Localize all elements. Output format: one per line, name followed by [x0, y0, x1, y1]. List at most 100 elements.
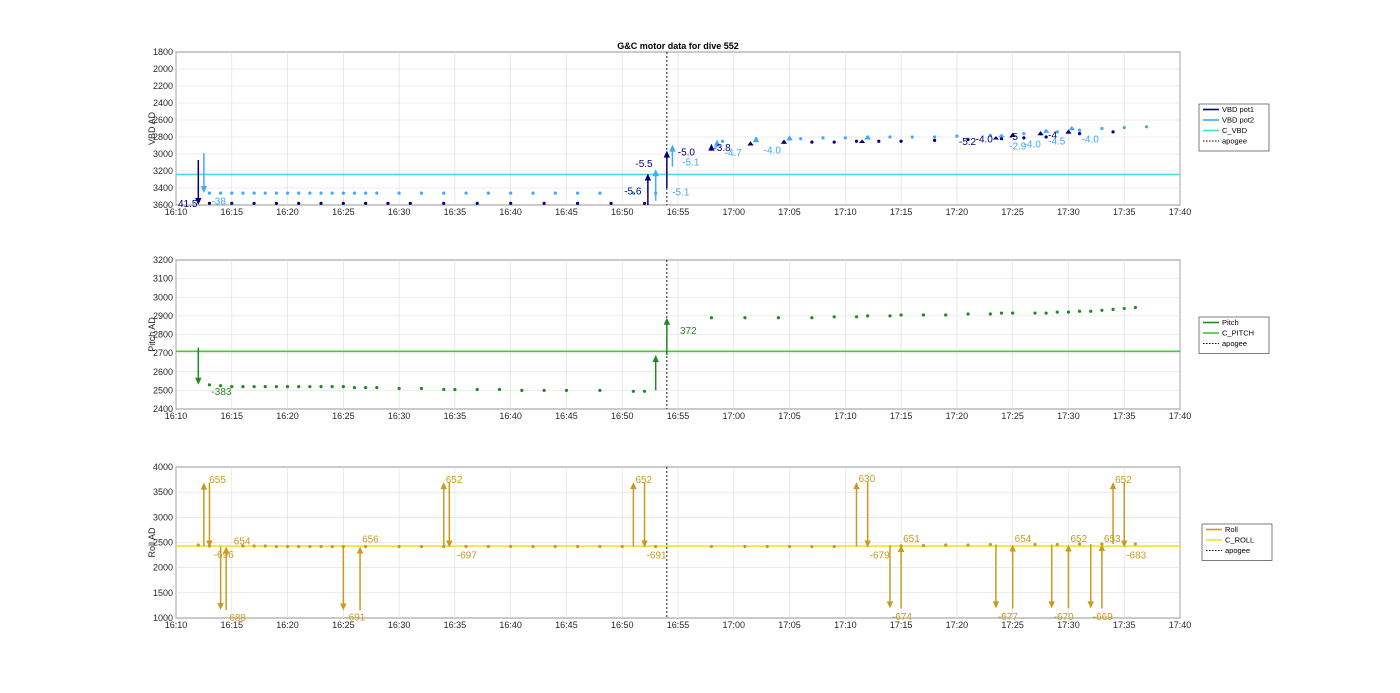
- y-tick-label: 2500: [153, 385, 173, 395]
- data-point: [921, 313, 926, 317]
- data-point: [497, 387, 502, 392]
- data-point: [274, 191, 278, 195]
- x-tick-label: 16:50: [611, 411, 634, 421]
- data-point: [285, 544, 290, 549]
- legend-entry: Pitch: [1222, 318, 1239, 327]
- data-point: [219, 191, 223, 195]
- data-point: [207, 191, 212, 195]
- data-point: [308, 191, 312, 195]
- motor-data-figure: 16:10 16:15 16:20 16:25 16:30 16:35 16:40 16:45…: [147, 41, 1273, 630]
- data-point: [364, 191, 368, 195]
- data-point: [319, 191, 323, 195]
- data-point: [1033, 542, 1037, 547]
- data-point: [241, 191, 245, 195]
- annotation-label: -4.0: [1024, 140, 1042, 151]
- x-tick-label: 17:00: [723, 620, 746, 630]
- x-tick-label: 16:35: [444, 411, 467, 421]
- data-point: [999, 311, 1004, 315]
- vbd-panel: 16:10 16:15 16:20 16:25 16:30 16:35 16:40 16:45…: [147, 41, 1270, 217]
- data-point: [1144, 125, 1149, 129]
- y-tick-label: 1500: [153, 588, 173, 598]
- data-point: [419, 544, 424, 549]
- x-tick-label: 17:20: [946, 207, 969, 217]
- data-point: [520, 388, 524, 392]
- annotation-label: 653: [1104, 534, 1121, 545]
- data-point: [999, 137, 1004, 141]
- y-tick-label: 1800: [153, 47, 173, 57]
- data-point: [207, 383, 212, 387]
- data-point: [1111, 307, 1115, 311]
- data-point: [1100, 126, 1104, 131]
- x-tick-label: 17:40: [1169, 207, 1192, 217]
- data-point: [810, 140, 814, 144]
- data-point: [464, 191, 468, 195]
- data-point: [921, 543, 926, 548]
- annotation-label: -5.1: [672, 187, 690, 198]
- data-point: [576, 544, 580, 549]
- data-point: [966, 312, 970, 316]
- data-point: [709, 316, 714, 320]
- data-point: [743, 316, 747, 320]
- annotation-label: -691: [647, 551, 667, 562]
- data-point: [274, 385, 278, 389]
- x-tick-label: 16:55: [667, 207, 690, 217]
- data-point: [899, 313, 903, 317]
- x-tick-label: 17:10: [834, 207, 857, 217]
- x-tick-label: 16:55: [667, 620, 690, 630]
- annotation-label: -5.1: [682, 158, 700, 169]
- y-tick-label: 3100: [153, 274, 173, 284]
- data-point: [419, 191, 424, 195]
- data-point: [252, 191, 256, 195]
- x-tick-label: 16:40: [499, 411, 522, 421]
- x-tick-label: 16:50: [611, 207, 634, 217]
- legend: Pitch C_PITCHapogee: [1198, 316, 1270, 354]
- data-point: [988, 312, 992, 316]
- annotation-label: -677: [998, 612, 1018, 623]
- y-tick-label: 3400: [153, 183, 173, 193]
- annotation-label: -691: [345, 612, 365, 623]
- y-tick-label: 2200: [153, 81, 173, 91]
- annotation-label: -5.6: [624, 186, 642, 197]
- data-point: [263, 385, 267, 389]
- data-point: [486, 544, 490, 549]
- annotation-label: 651: [903, 534, 920, 545]
- data-point: [654, 544, 658, 549]
- annotation-label: -5.2: [959, 137, 977, 148]
- data-point: [341, 191, 345, 195]
- data-point: [1089, 309, 1093, 313]
- annotation-label: -383: [211, 387, 231, 398]
- data-point: [285, 385, 290, 389]
- annotation-label: -697: [457, 551, 477, 562]
- data-point: [252, 201, 256, 205]
- data-point: [553, 544, 557, 549]
- data-point: [765, 544, 769, 549]
- data-point: [230, 201, 234, 205]
- x-tick-label: 17:20: [946, 411, 969, 421]
- legend: Roll C_ROLLapogee: [1201, 523, 1273, 561]
- data-point: [843, 136, 847, 140]
- legend-entry: apogee: [1222, 137, 1247, 146]
- annotation-label: 652: [1115, 475, 1132, 486]
- annotation-label: 652: [635, 475, 652, 486]
- annotation-label: -696: [214, 550, 234, 561]
- annotation-label: -4.0: [976, 135, 994, 146]
- data-point: [509, 191, 513, 195]
- x-tick-label: 17:35: [1113, 620, 1136, 630]
- x-tick-label: 16:55: [667, 411, 690, 421]
- data-point: [375, 191, 379, 195]
- data-point: [252, 544, 256, 548]
- data-point: [598, 544, 602, 549]
- y-tick-label: 3000: [153, 292, 173, 302]
- legend-entry: apogee: [1222, 339, 1247, 348]
- data-point: [531, 191, 535, 195]
- data-point: [553, 191, 557, 195]
- data-point: [542, 201, 546, 205]
- annotation-label: -674: [892, 612, 912, 623]
- data-point: [944, 313, 948, 317]
- legend-entry: apogee: [1225, 546, 1250, 555]
- annotation-label: -4.7: [725, 148, 743, 159]
- data-point: [598, 191, 602, 195]
- legend-entry: C_ROLL: [1225, 536, 1254, 545]
- data-point: [866, 314, 870, 318]
- data-point: [542, 388, 546, 392]
